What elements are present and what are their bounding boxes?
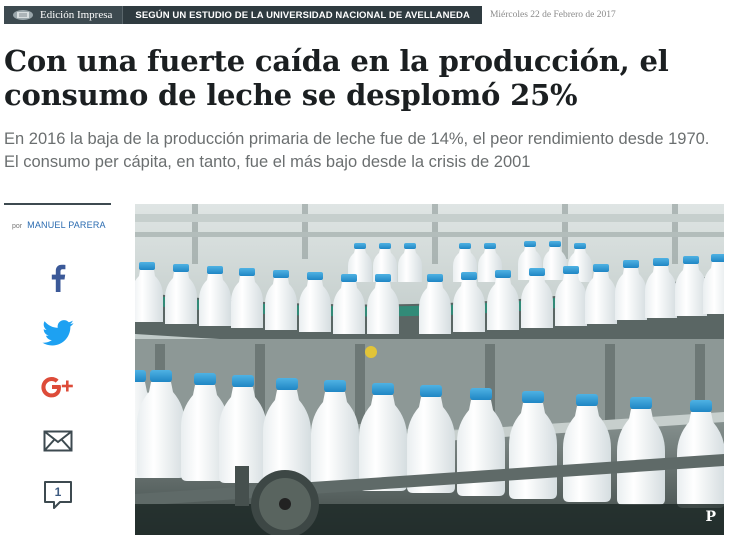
article-headline: Con una fuerte caída en la producción, e… xyxy=(4,44,669,112)
section-bar: Edición Impresa SEGÚN UN ESTUDIO DE LA U… xyxy=(4,6,616,24)
byline-prefix: por xyxy=(12,223,23,230)
comment-count: 1 xyxy=(54,485,62,499)
source-tag: SEGÚN UN ESTUDIO DE LA UNIVERSIDAD NACIO… xyxy=(122,6,482,24)
edition-tag[interactable]: Edición Impresa xyxy=(4,6,123,24)
share-google-plus-button[interactable] xyxy=(38,372,78,402)
newspaper-icon xyxy=(13,10,33,20)
byline: por MANUEL PARERA xyxy=(12,220,106,230)
milk-bottles-photo xyxy=(135,204,724,535)
article-photo[interactable]: P xyxy=(135,204,724,535)
author-link[interactable]: MANUEL PARERA xyxy=(27,220,106,230)
email-icon xyxy=(43,430,73,452)
share-email-button[interactable] xyxy=(38,427,78,455)
publish-date: Miércoles 22 de Febrero de 2017 xyxy=(489,10,616,20)
google-plus-icon xyxy=(41,377,73,398)
share-facebook-button[interactable] xyxy=(38,262,78,294)
article-subhead: En 2016 la baja de la producción primari… xyxy=(4,130,710,171)
edition-label: Edición Impresa xyxy=(40,9,113,21)
share-twitter-button[interactable] xyxy=(38,318,78,348)
facebook-icon xyxy=(51,264,66,292)
pinterest-icon[interactable]: P xyxy=(705,509,716,525)
sidebar-divider xyxy=(4,203,111,205)
twitter-icon xyxy=(42,320,74,346)
comments-button[interactable]: 1 xyxy=(38,479,78,511)
